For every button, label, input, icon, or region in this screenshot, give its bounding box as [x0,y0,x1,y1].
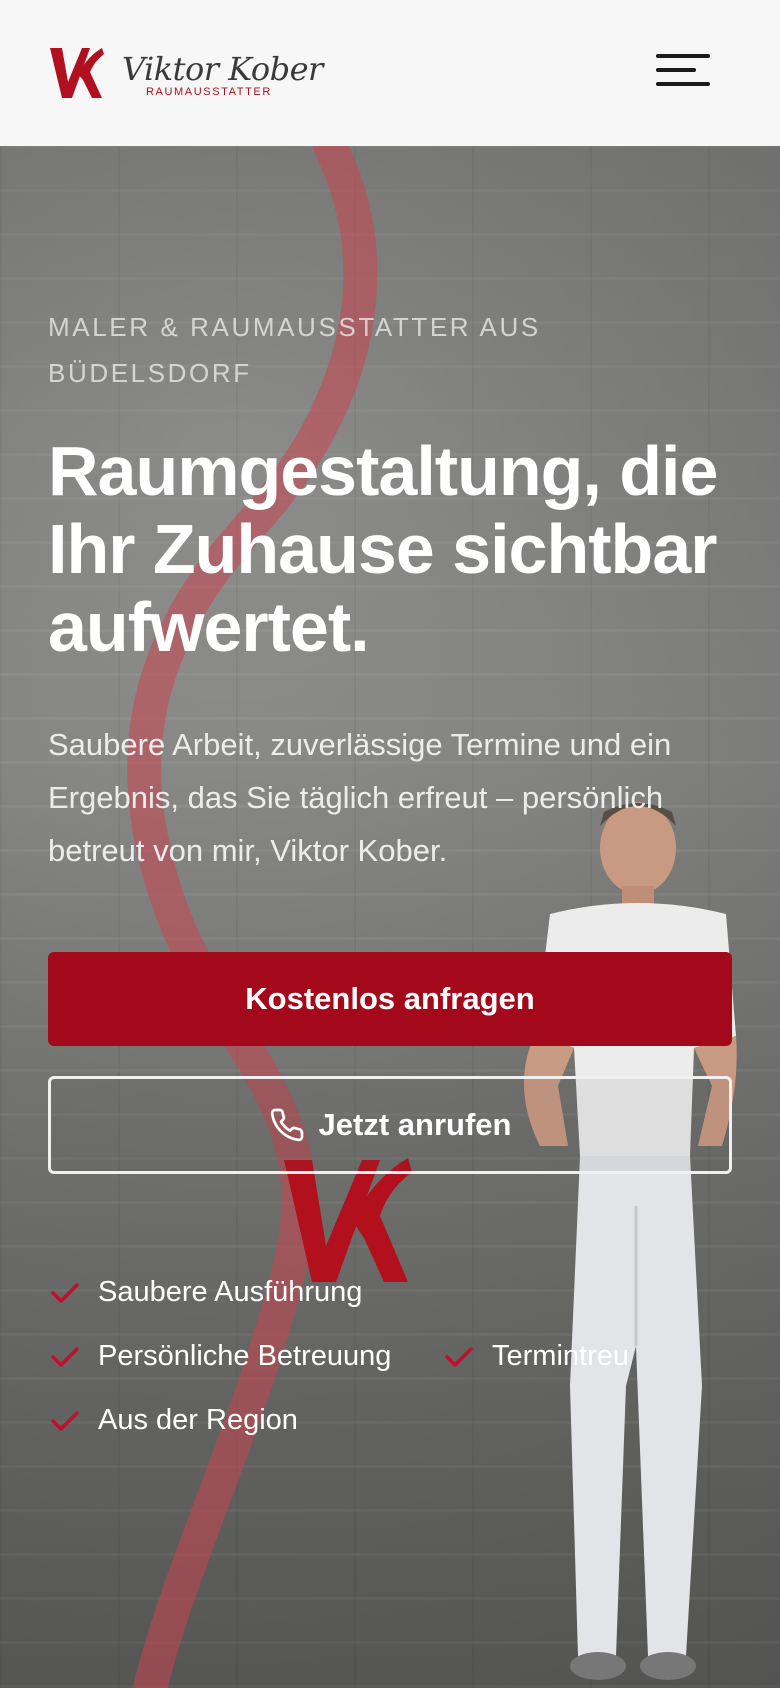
hamburger-menu-icon[interactable] [652,50,712,90]
hero-eyebrow: MALER & RAUMAUSSTATTER AUS BÜDELSDORF [48,312,541,388]
feature-item: Termintreu [444,1340,629,1373]
logo-subtitle: RAUMAUSSTATTER [146,86,272,98]
feature-item: Aus der Region [50,1404,298,1437]
person-photo [523,802,737,1680]
feature-label: Saubere Ausführung [98,1276,363,1308]
check-icon [51,1282,79,1303]
feature-label: Termintreu [492,1340,629,1372]
check-icon [51,1346,79,1367]
feature-label: Aus der Region [98,1404,298,1436]
call-now-label: Jetzt anrufen [318,1107,512,1142]
check-icon [51,1410,79,1431]
feature-item: Persönliche Betreuung [50,1340,391,1373]
hero-headline: Raumgestaltung, die Ihr Zuhause sichtbar… [48,432,718,666]
check-icon [445,1346,473,1367]
call-now-button[interactable]: Jetzt anrufen [48,1076,732,1174]
phone-icon [270,1108,303,1142]
vk-logo-icon [50,48,104,98]
request-quote-button[interactable]: Kostenlos anfragen [48,952,732,1046]
feature-label: Persönliche Betreuung [98,1340,392,1372]
brand-logo[interactable]: Viktor Kober RAUMAUSSTATTER [48,44,323,102]
feature-item: Saubere Ausführung [50,1276,362,1309]
site-header: Viktor Kober RAUMAUSSTATTER [0,0,780,146]
request-quote-label: Kostenlos anfragen [245,981,535,1016]
logo-name: Viktor Kober [122,50,323,88]
hero-lead: Saubere Arbeit, zuverlässige Termine und… [48,727,672,868]
